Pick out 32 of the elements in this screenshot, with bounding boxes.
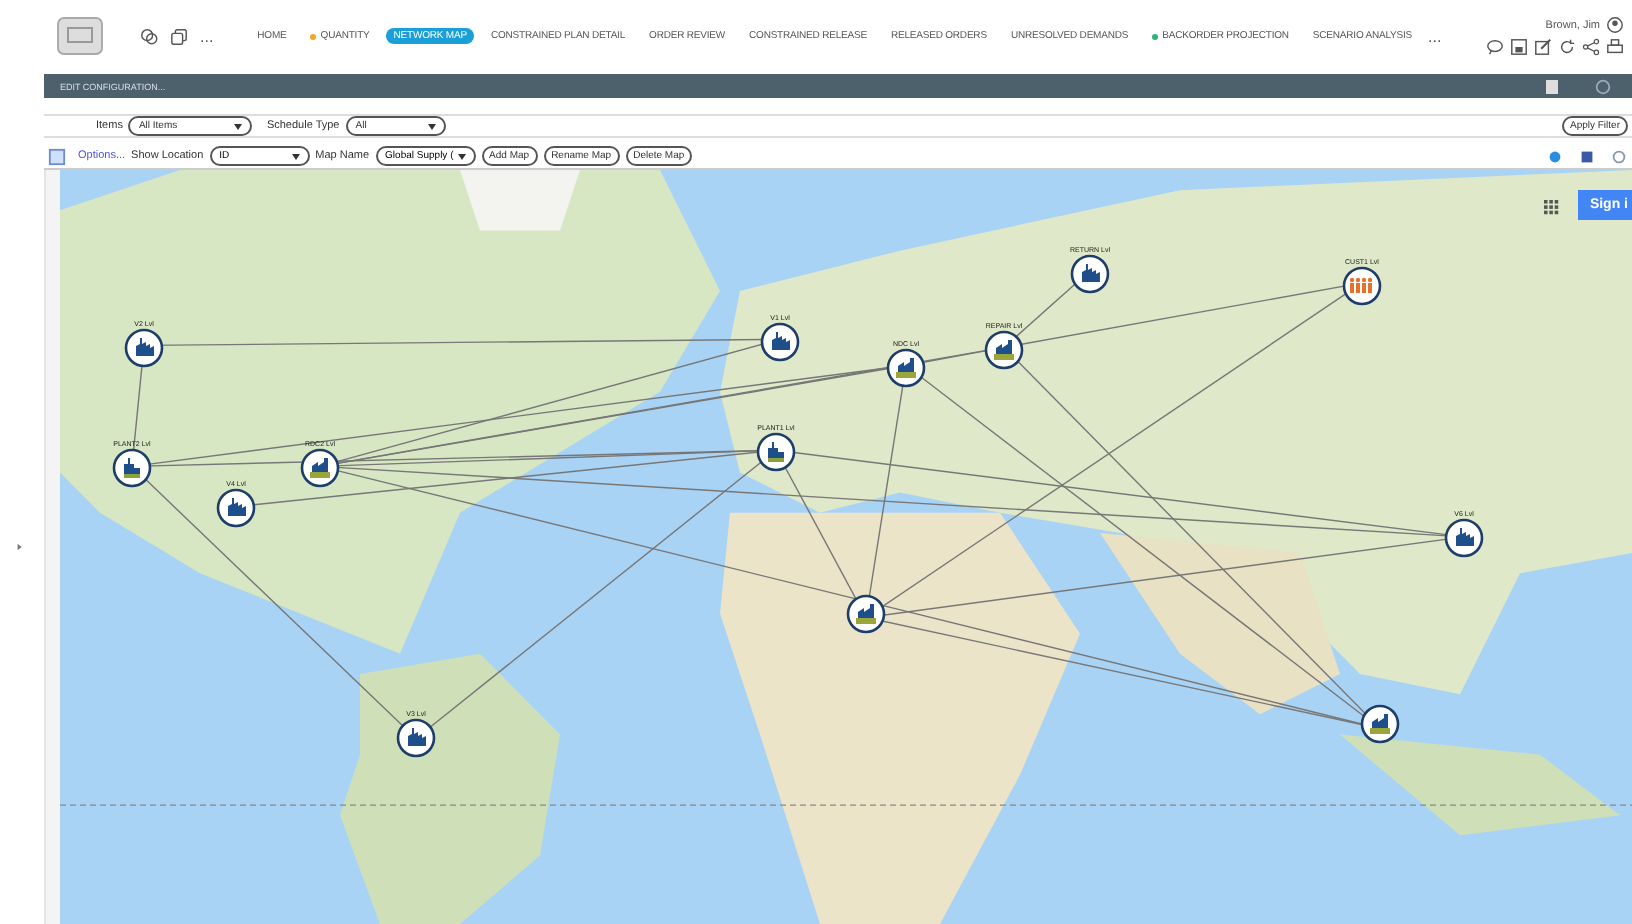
network-node-icon[interactable]: [846, 594, 886, 634]
network-node-icon[interactable]: [300, 448, 340, 488]
app-logo[interactable]: [56, 16, 104, 56]
caret-icon: [234, 123, 243, 129]
expand-icon[interactable]: [48, 147, 66, 165]
network-node-icon[interactable]: [1342, 266, 1382, 306]
network-node-icon[interactable]: [124, 328, 164, 368]
expand-arrow-icon[interactable]: [16, 542, 24, 552]
user-icon[interactable]: [1606, 16, 1624, 34]
network-node-icon[interactable]: [756, 432, 796, 472]
caret-icon: [291, 153, 300, 159]
apps-grid-icon[interactable]: [1544, 200, 1560, 216]
network-node-icon[interactable]: [886, 348, 926, 388]
more-menu[interactable]: ...: [200, 27, 214, 45]
print-icon[interactable]: [1606, 38, 1624, 56]
network-node-icon[interactable]: [1070, 254, 1110, 294]
caret-icon: [427, 123, 436, 129]
comment-icon[interactable]: [1486, 38, 1504, 56]
network-node-icon[interactable]: [396, 718, 436, 758]
overflow-menu[interactable]: ...: [1428, 27, 1442, 45]
copy-icon[interactable]: [170, 27, 188, 45]
chat-icon[interactable]: [140, 27, 158, 45]
network-node-icon[interactable]: [760, 322, 800, 362]
network-node-icon[interactable]: [112, 448, 152, 488]
collapse-toggle[interactable]: [1546, 79, 1558, 93]
caret-icon: [457, 153, 466, 159]
share-icon[interactable]: [1582, 38, 1600, 56]
edit-icon[interactable]: [1534, 38, 1552, 56]
network-node-icon[interactable]: [1360, 704, 1400, 744]
network-node-icon[interactable]: [984, 330, 1024, 370]
network-node-icon[interactable]: [216, 488, 256, 528]
network-node-icon[interactable]: [1444, 518, 1484, 558]
